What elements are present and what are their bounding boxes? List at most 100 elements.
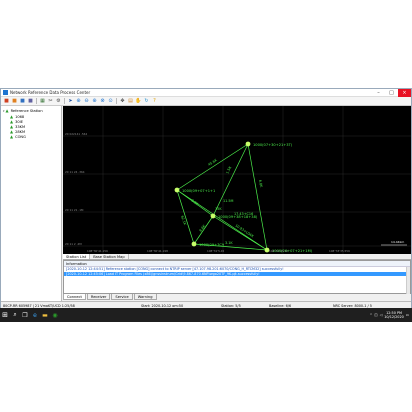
tab-station-list[interactable]: Station List: [63, 254, 91, 259]
scale-bar: 14.44km: [381, 240, 407, 246]
station-nodes: 1000(07+30+21+3T) 1000(09+07+1+1 1000(09…: [174, 141, 313, 253]
clock[interactable]: 12:50 PM 10/12/2020: [384, 311, 404, 319]
taskbar-apps: ⌕ ❐ e ▬ ◉: [10, 308, 60, 322]
tab-base-station-map[interactable]: Base Station Map: [90, 254, 129, 259]
volume-icon[interactable]: ◁: [380, 313, 383, 317]
x-tick-label: 108°33'35.556: [329, 249, 350, 253]
network-map-svg: 45.6K 1.5K 6.8K 0.2K 17.43+C16 62.1K 15K…: [63, 106, 411, 254]
new-icon[interactable]: ■: [3, 98, 10, 105]
toolbar-separator: [64, 98, 65, 104]
station-label: CONG: [15, 135, 26, 140]
taskbar: ⊞ ⌕ ❐ e ▬ ◉ ^ ◫ ◁ 12:50 PM 10/12/2020 ▭: [0, 308, 412, 322]
tree-root[interactable]: ▾ ▲ Reference Station: [1, 106, 61, 114]
open-icon[interactable]: ■: [11, 98, 18, 105]
edge-icon[interactable]: e: [30, 308, 40, 322]
title-bar: Network Reference Data Process Center – …: [1, 88, 411, 97]
station-node-label: 1000(09+38+18+38): [218, 215, 258, 219]
x-tick-label: 108°30'41.156: [87, 249, 108, 253]
status-left: 80CP-RR 605987 | 21 VmaKT/UCD 1:25/58: [3, 303, 75, 308]
zoom-prev-icon[interactable]: ⊙: [107, 98, 114, 105]
x-tick-label: 108°31'5.45: [207, 249, 225, 253]
status-server: NRC Server: 8000-1 / 5: [333, 303, 372, 308]
folder-icon[interactable]: ▬: [40, 308, 50, 322]
station-tree: ▾ ▲ Reference Station ▲ 1068 ▲ 30IE ▲ 33KM ▲ 28…: [1, 106, 62, 301]
station-node[interactable]: 1000(07+30+21+3T): [245, 141, 293, 147]
station-node-label: 1000(09+7C9: [199, 243, 225, 247]
status-station: Station: 5/5: [221, 303, 241, 308]
edge-label: 8.6K: [199, 223, 207, 232]
main-window: Network Reference Data Process Center – …: [0, 88, 412, 322]
map-grid: [63, 106, 411, 254]
grid-icon[interactable]: ▦: [39, 98, 46, 105]
toolbar-separator: [36, 98, 37, 104]
station-list: ▲ 1068 ▲ 30IE ▲ 33KM ▲ 28KM ▲ CONG: [1, 114, 61, 140]
window-controls: – □ ×: [372, 88, 411, 97]
network-icon[interactable]: ◫: [374, 313, 377, 317]
station-node-label: 1000(09+07+1+1: [182, 189, 215, 193]
notifications-icon[interactable]: ▭: [406, 313, 409, 317]
maximize-button[interactable]: □: [385, 89, 398, 97]
settings-icon[interactable]: ⚙: [55, 98, 62, 105]
zoom-fit-icon[interactable]: ⊗: [99, 98, 106, 105]
arrow-select-icon[interactable]: ➤: [67, 98, 74, 105]
station-node[interactable]: 1000(09+38+18+38): [210, 213, 258, 219]
tab-warning[interactable]: Warning: [133, 294, 157, 300]
information-panel: Information [2020-10-12 12:44:51] Refere…: [63, 260, 411, 294]
zoom-in-icon[interactable]: ⊕: [75, 98, 82, 105]
zoom-out-icon[interactable]: ⊖: [83, 98, 90, 105]
toolbar: ■ ■ ■ ■ ▦ ✂ ⚙ ➤ ⊕ ⊖ ⊕ ⊗ ⊙ ✥ ▤ ✋ ↻?: [1, 97, 411, 106]
station-label: 33KM: [15, 124, 26, 129]
station-icon: ▲: [10, 134, 14, 140]
refresh-icon[interactable]: ↻: [143, 98, 150, 105]
cut-icon[interactable]: ✂: [47, 98, 54, 105]
help-icon[interactable]: ?: [151, 98, 158, 105]
tab-receiver[interactable]: Receiver: [86, 294, 111, 300]
y-tick-label: 20 022141 .562: [65, 132, 87, 136]
edge-label: 11.5M: [223, 199, 234, 203]
status-baseline: Baseline: 6/6: [269, 303, 292, 308]
log-scrollbar[interactable]: [406, 267, 410, 294]
x-tick-label: 108°31'15.16: [269, 249, 288, 253]
hand-icon[interactable]: ✋: [135, 98, 142, 105]
edge-top-mid: [212, 143, 249, 217]
edge-label: 62.1K: [180, 215, 187, 226]
system-tray: ^ ◫ ◁ 12:50 PM 10/12/2020 ▭: [370, 311, 412, 319]
search-icon[interactable]: ⌕: [10, 308, 20, 322]
edge-labels: 45.6K 1.5K 6.8K 0.2K 17.43+C16 62.1K 15K…: [180, 158, 263, 245]
info-tabs: Connect Receiver Service Warning: [63, 294, 411, 300]
tray-arrow-icon[interactable]: ^: [370, 313, 373, 317]
station-node-label: 1000(07+30+21+3T): [253, 143, 293, 147]
collapse-icon[interactable]: ▾: [3, 109, 5, 113]
save-icon[interactable]: ■: [19, 98, 26, 105]
toolbar-separator: [116, 98, 117, 104]
station-group-icon: ▲: [5, 108, 9, 113]
start-button[interactable]: ⊞: [0, 308, 10, 322]
window-title: Network Reference Data Process Center: [10, 90, 91, 95]
task-view-icon[interactable]: ❐: [20, 308, 30, 322]
edge-label: 3.1K: [225, 241, 233, 245]
minimize-button[interactable]: –: [372, 89, 385, 97]
app-logo-icon: [3, 90, 8, 95]
edge-label: 1.5K: [225, 165, 232, 174]
x-tick-label: 108°30'41.198: [147, 249, 168, 253]
base-station-map[interactable]: 45.6K 1.5K 6.8K 0.2K 17.43+C16 62.1K 15K…: [63, 106, 411, 254]
zoom-box-icon[interactable]: ⊕: [91, 98, 98, 105]
app-icon[interactable]: ◉: [50, 308, 60, 322]
close-button[interactable]: ×: [398, 88, 411, 97]
station-icon: ▲: [10, 113, 14, 119]
edge-label: 15K: [215, 207, 222, 211]
station-label: 30IE: [15, 119, 23, 124]
station-label: 1068: [15, 114, 25, 119]
pan-icon[interactable]: ✥: [119, 98, 126, 105]
tree-root-label: Reference Station: [10, 108, 43, 113]
status-start: Start: 2020-10-12 om:50: [141, 303, 184, 308]
tab-service[interactable]: Service: [111, 294, 133, 300]
station-item[interactable]: ▲ CONG: [1, 135, 61, 140]
print-icon[interactable]: ■: [27, 98, 34, 105]
edge-label: 45.6K: [207, 158, 218, 167]
y-tick-label: 20 11 2 .2M: [65, 242, 82, 246]
edge-label: 6.8K: [258, 179, 263, 188]
layer-icon[interactable]: ▤: [127, 98, 134, 105]
tab-connect[interactable]: Connect: [63, 294, 86, 300]
log-line-selected[interactable]: [2020-10-12 12:45:06] Load IT Program Fi…: [64, 271, 410, 277]
